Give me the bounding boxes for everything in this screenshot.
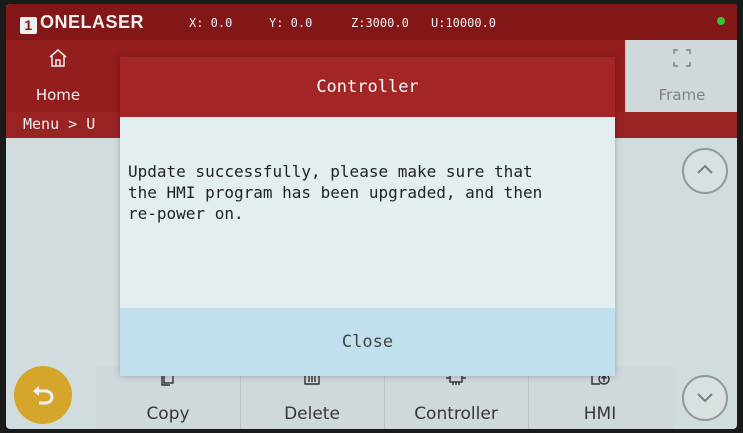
controller-dialog: Controller Update successfully, please m… bbox=[120, 57, 615, 376]
hmi-screen: 1 ONELASER X: 0.0 Y: 0.0 Z:3000.0 U:10000… bbox=[6, 4, 737, 429]
dialog-title: Controller bbox=[120, 57, 615, 117]
close-button[interactable]: Close bbox=[120, 308, 615, 376]
dialog-message: Update successfully, please make sure th… bbox=[128, 162, 543, 223]
